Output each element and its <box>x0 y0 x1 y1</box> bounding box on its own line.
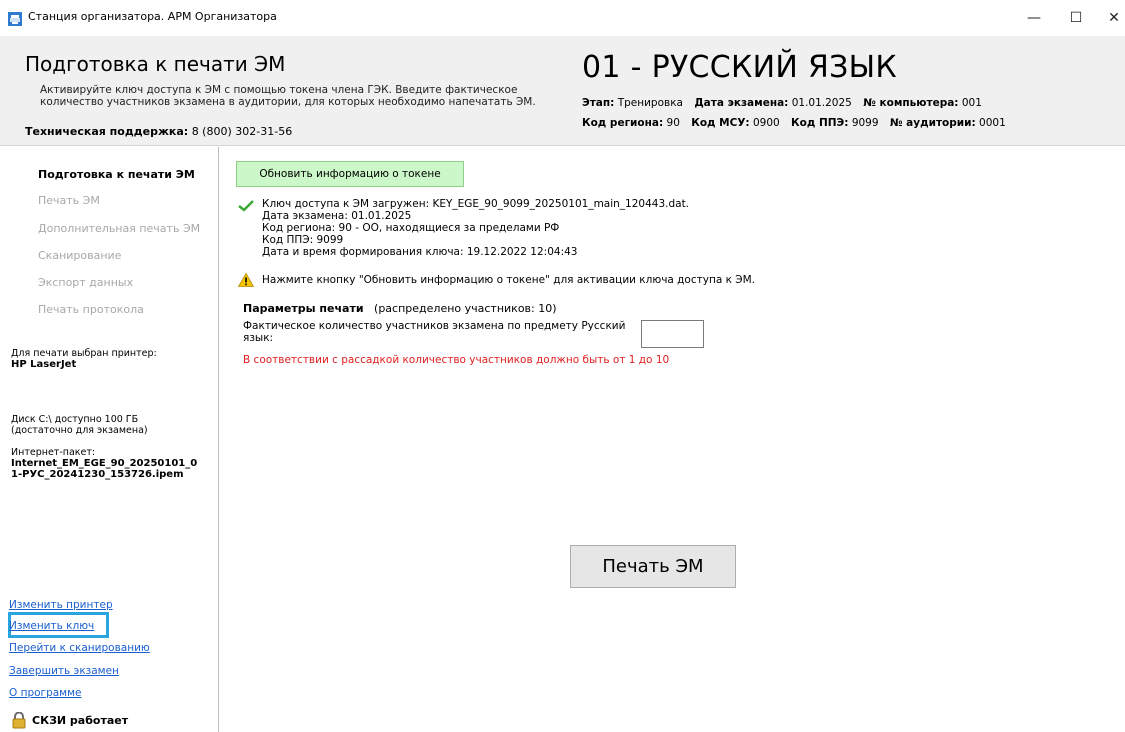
change-key-link[interactable]: Изменить ключ <box>9 620 94 632</box>
params-distributed: (распределено участников: 10) <box>374 302 557 315</box>
ppe-value: 9099 <box>851 117 879 129</box>
about-link[interactable]: О программе <box>9 687 81 699</box>
sidebar-item-protocol[interactable]: Печать протокола <box>38 303 144 316</box>
printer-info: Для печати выбран принтер: HP LaserJet <box>11 348 157 370</box>
window-title: Станция организатора. АРМ Организатора <box>28 10 277 23</box>
computer-value: 001 <box>961 97 982 109</box>
region-label: Код региона: <box>582 117 664 129</box>
validation-error: В соответствии с рассадкой количество уч… <box>243 354 670 366</box>
participant-count-input[interactable] <box>641 320 704 348</box>
skzi-status-label: СКЗИ работает <box>32 714 129 727</box>
package-info: Интернет-пакет: Internet_EM_EGE_90_20250… <box>11 447 197 480</box>
warning-text: Нажмите кнопку "Обновить информацию о то… <box>262 274 756 286</box>
key-ppe: Код ППЭ: 9099 <box>262 234 344 246</box>
minimize-button[interactable]: — <box>1016 6 1052 30</box>
sidebar-item-export[interactable]: Экспорт данных <box>38 276 133 289</box>
sidebar: Подготовка к печати ЭМ Печать ЭМ Дополни… <box>0 147 219 732</box>
key-loaded-text: Ключ доступа к ЭМ загружен: KEY_EGE_90_9… <box>262 198 690 210</box>
stage-label: Этап: <box>582 97 615 109</box>
lock-icon <box>12 712 26 729</box>
app-icon <box>8 12 22 26</box>
page-header: Подготовка к печати ЭМ Активируйте ключ … <box>0 36 1125 146</box>
printer-label: Для печати выбран принтер: <box>11 348 157 359</box>
change-printer-link[interactable]: Изменить принтер <box>9 599 113 611</box>
sidebar-item-scanning[interactable]: Сканирование <box>38 249 121 262</box>
support-info: Техническая поддержка: 8 (800) 302-31-56 <box>25 125 292 138</box>
key-region: Код региона: 90 - ОО, находящиеся за пре… <box>262 222 560 234</box>
sidebar-item-print[interactable]: Печать ЭМ <box>38 194 100 207</box>
maximize-button[interactable]: ☐ <box>1058 6 1094 30</box>
sidebar-item-prepare[interactable]: Подготовка к печати ЭМ <box>38 168 195 181</box>
disk-info: Диск C:\ доступно 100 ГБ (достаточно для… <box>11 414 148 436</box>
disk-line-2: (достаточно для экзамена) <box>11 425 148 436</box>
support-phone: 8 (800) 302-31-56 <box>191 125 293 138</box>
go-to-scanning-link[interactable]: Перейти к сканированию <box>9 642 150 654</box>
page-title: Подготовка к печати ЭМ <box>25 52 286 76</box>
package-label: Интернет-пакет: <box>11 447 96 458</box>
region-value: 90 <box>666 117 680 129</box>
sidebar-item-extra-print[interactable]: Дополнительная печать ЭМ <box>38 222 200 235</box>
refresh-token-button[interactable]: Обновить информацию о токене <box>236 161 464 187</box>
key-created: Дата и время формирования ключа: 19.12.2… <box>262 246 578 258</box>
print-em-button[interactable]: Печать ЭМ <box>570 545 736 588</box>
printer-name: HP LaserJet <box>11 359 77 370</box>
print-params-heading: Параметры печати (распределено участнико… <box>243 302 557 315</box>
support-label: Техническая поддержка: <box>25 125 189 138</box>
package-line-2: 1-РУС_20241230_153726.ipem <box>11 469 184 480</box>
finish-exam-link[interactable]: Завершить экзамен <box>9 665 119 677</box>
room-label: № аудитории: <box>889 117 976 129</box>
exam-info-line-1: Этап: Тренировка Дата экзамена: 01.01.20… <box>582 97 990 109</box>
disk-line-1: Диск C:\ доступно 100 ГБ <box>11 414 139 425</box>
exam-info-line-2: Код региона: 90 Код МСУ: 0900 Код ППЭ: 9… <box>582 117 1014 129</box>
window-titlebar: Станция организатора. АРМ Организатора —… <box>0 0 1125 36</box>
msu-label: Код МСУ: <box>691 117 750 129</box>
msu-value: 0900 <box>752 117 780 129</box>
stage-value: Тренировка <box>617 97 683 109</box>
exam-date-value: 01.01.2025 <box>791 97 852 109</box>
package-line-1: Internet_EM_EGE_90_20250101_0 <box>11 458 198 469</box>
key-exam-date: Дата экзамена: 01.01.2025 <box>262 210 412 222</box>
params-title: Параметры печати <box>243 302 364 315</box>
ppe-label: Код ППЭ: <box>791 117 849 129</box>
participant-count-label: Фактическое количество участников экзаме… <box>243 320 626 344</box>
key-info: Ключ доступа к ЭМ загружен: KEY_EGE_90_9… <box>262 198 689 258</box>
computer-label: № компьютера: <box>863 97 959 109</box>
exam-date-label: Дата экзамена: <box>694 97 789 109</box>
close-button[interactable]: ✕ <box>1096 6 1125 30</box>
warning-icon <box>238 273 254 287</box>
subject-title: 01 - РУССКИЙ ЯЗЫК <box>582 50 898 85</box>
skzi-status: СКЗИ работает <box>12 712 128 729</box>
check-icon <box>238 200 254 212</box>
room-value: 0001 <box>979 117 1006 129</box>
page-description: Активируйте ключ доступа к ЭМ с помощью … <box>40 84 536 108</box>
